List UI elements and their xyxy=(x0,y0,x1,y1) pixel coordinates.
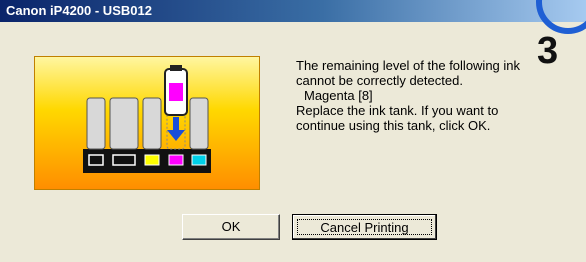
slot-black-large xyxy=(112,154,136,166)
message-line-1: The remaining level of the following ink xyxy=(296,58,521,73)
dialog-window: Canon iP4200 - USB012 3 The remaining le… xyxy=(0,0,586,262)
message-line-4: Replace the ink tank. If you want to xyxy=(296,103,499,118)
error-message: The remaining level of the following ink… xyxy=(296,58,546,133)
slot-magenta xyxy=(168,154,184,166)
cancel-printing-button[interactable]: Cancel Printing xyxy=(292,214,437,240)
title-bar[interactable]: Canon iP4200 - USB012 xyxy=(0,0,586,22)
window-title: Canon iP4200 - USB012 xyxy=(6,3,152,18)
cancel-printing-label: Cancel Printing xyxy=(297,219,432,235)
cartridge-black-small xyxy=(86,97,106,150)
ink-cartridge-icon xyxy=(164,65,188,116)
message-line-5: continue using this tank, click OK. xyxy=(296,118,491,133)
slot-yellow xyxy=(144,154,160,166)
message-line-2: cannot be correctly detected. xyxy=(296,73,463,88)
cartridge-yellow xyxy=(142,97,162,150)
cartridge-cyan xyxy=(189,97,209,150)
slot-black-small xyxy=(88,154,104,166)
magenta-ink-level xyxy=(169,83,183,101)
slot-cyan xyxy=(191,154,207,166)
step-circle-icon xyxy=(536,0,586,34)
ink-name: Magenta [8] xyxy=(304,88,373,103)
ink-tank-diagram xyxy=(83,65,211,173)
cartridge-black-large xyxy=(109,97,139,150)
down-arrow-icon xyxy=(167,117,185,141)
ok-button[interactable]: OK xyxy=(182,214,280,240)
printer-ink-illustration xyxy=(34,56,260,190)
